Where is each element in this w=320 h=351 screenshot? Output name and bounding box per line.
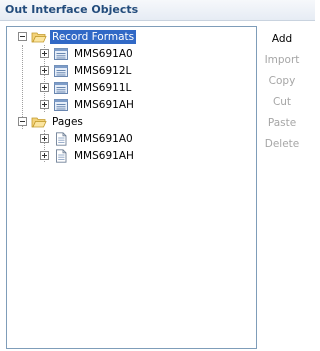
tree-node-record-format[interactable]: MMS691A0	[40, 45, 135, 62]
paste-button[interactable]: Paste	[262, 117, 302, 129]
collapse-icon[interactable]	[18, 32, 27, 41]
tree-node-record-format[interactable]: MMS691AH	[40, 96, 136, 113]
copy-button[interactable]: Copy	[262, 75, 302, 87]
expand-icon[interactable]	[40, 134, 49, 143]
tree-node-label: MMS691A0	[74, 132, 133, 145]
delete-button[interactable]: Delete	[262, 138, 302, 150]
record-format-icon	[54, 47, 68, 60]
cut-button[interactable]: Cut	[262, 96, 302, 108]
expand-icon[interactable]	[40, 83, 49, 92]
add-button[interactable]: Add	[262, 33, 302, 45]
expand-icon[interactable]	[40, 100, 49, 109]
tree-node-label: MMS691AH	[74, 149, 134, 162]
tree-node-label: Pages	[52, 115, 83, 128]
page-icon	[56, 148, 67, 163]
tree-node-label: MMS6912L	[74, 64, 132, 77]
tree-node-record-format[interactable]: MMS6912L	[40, 62, 133, 79]
import-button[interactable]: Import	[262, 54, 302, 66]
record-format-icon	[54, 64, 68, 77]
expand-icon[interactable]	[40, 66, 49, 75]
folder-open-icon	[31, 32, 47, 42]
tree-node-page[interactable]: MMS691AH	[40, 147, 136, 164]
panel-title: Out Interface Objects	[5, 3, 139, 16]
tree-node-record-format[interactable]: MMS6911L	[40, 79, 133, 96]
expand-icon[interactable]	[40, 151, 49, 160]
tree-node-label: MMS691AH	[74, 98, 134, 111]
record-format-icon	[54, 81, 68, 94]
panel-header: Out Interface Objects	[0, 0, 315, 21]
expand-icon[interactable]	[40, 49, 49, 58]
tree-node-pages[interactable]: Pages	[18, 113, 85, 130]
tree-node-record-formats[interactable]: Record Formats	[18, 28, 137, 45]
object-tree[interactable]: Record Formats MMS691A0 MMS6912L MMS6911…	[6, 26, 257, 349]
collapse-icon[interactable]	[18, 117, 27, 126]
tree-node-label: Record Formats	[50, 29, 137, 44]
tree-node-label: MMS6911L	[74, 81, 132, 94]
record-format-icon	[54, 98, 68, 111]
page-icon	[56, 131, 67, 146]
tree-node-page[interactable]: MMS691A0	[40, 130, 135, 147]
tree-node-label: MMS691A0	[74, 47, 133, 60]
folder-open-icon	[31, 117, 47, 127]
